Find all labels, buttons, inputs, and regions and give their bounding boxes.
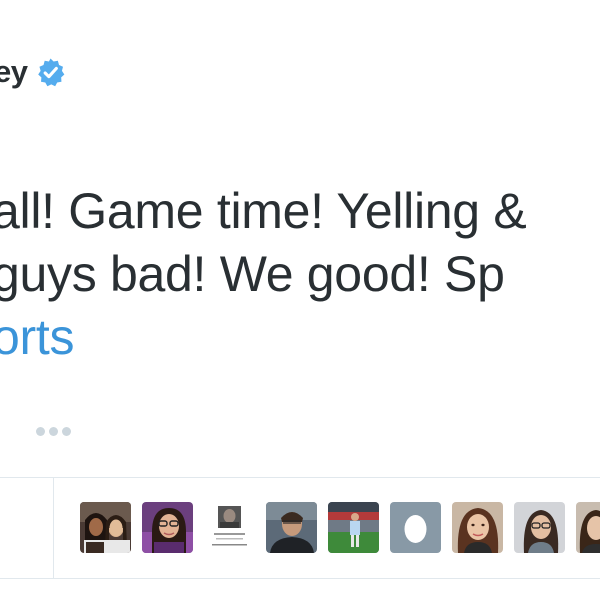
verified-badge-icon <box>35 57 66 88</box>
avatar-woman-glasses[interactable] <box>514 502 565 553</box>
avatar-partial[interactable] <box>576 502 600 553</box>
avatar-woman-glasses-purple[interactable] <box>142 502 193 553</box>
tweet-line-2: guys bad! We good! Sp <box>0 246 505 302</box>
avatar-default-egg[interactable] <box>390 502 441 553</box>
avatar-woman-brown-hair[interactable] <box>452 502 503 553</box>
hashtag-link[interactable]: orts <box>0 306 526 369</box>
tweet-text: all! Game time! Yelling & guys bad! We g… <box>0 180 527 369</box>
divider <box>0 477 600 478</box>
avatar-man-dark[interactable] <box>266 502 317 553</box>
avatar-soccer-player[interactable] <box>328 502 379 553</box>
dot <box>36 427 45 436</box>
tweet-line-1: all! Game time! Yelling & <box>0 183 527 239</box>
dot <box>62 427 71 436</box>
divider <box>0 578 600 579</box>
author-name[interactable]: ey <box>0 54 28 90</box>
more-dots-icon[interactable] <box>36 427 71 436</box>
author-header[interactable]: ey <box>0 54 66 90</box>
avatar-poster-thumbnail[interactable] <box>204 502 255 553</box>
dot <box>49 427 58 436</box>
divider <box>53 478 54 578</box>
avatar-two-women[interactable] <box>80 502 131 553</box>
liker-avatars <box>80 502 600 553</box>
